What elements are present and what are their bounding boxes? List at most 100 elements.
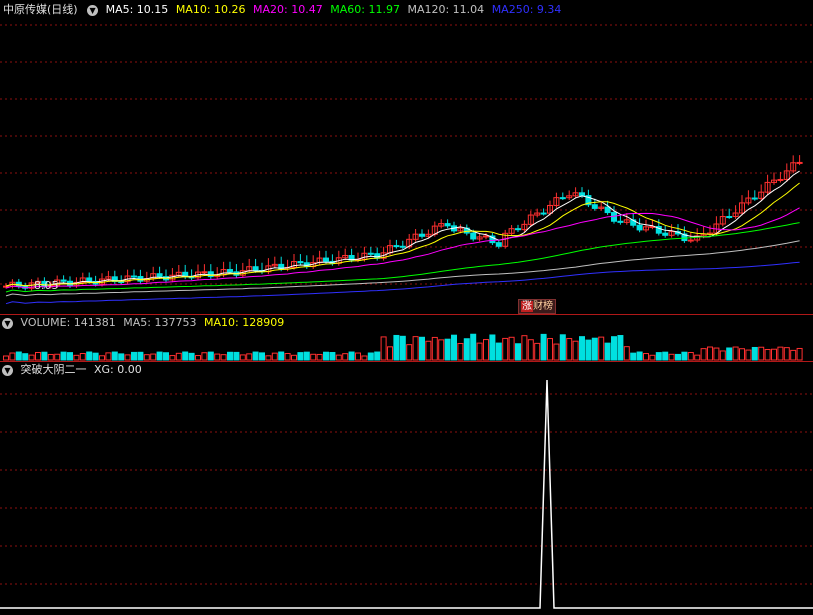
volume-panel[interactable]: ▼ VOLUME: 141381 MA5: 137753 MA10: 12890…	[0, 315, 813, 361]
candle-body	[399, 245, 406, 248]
candle-body	[777, 178, 784, 181]
volume-bar	[790, 349, 797, 361]
volume-bar	[92, 352, 99, 361]
candle-body	[252, 266, 259, 272]
volume-bar	[387, 346, 393, 361]
volume-bar	[329, 352, 336, 361]
volume-bar	[585, 339, 592, 361]
badge-label-2: 财榜	[533, 301, 553, 312]
volume-bar	[783, 347, 790, 361]
volume-bar	[380, 336, 387, 361]
volume-bar	[604, 342, 611, 361]
volume-bar	[201, 352, 208, 361]
volume-bar	[214, 353, 221, 361]
volume-bar	[713, 347, 720, 361]
volume-bar	[687, 352, 694, 361]
volume-bar	[137, 351, 144, 361]
ma250-label: MA250: 9.34	[491, 3, 562, 16]
candle-body	[662, 232, 669, 236]
volume-bar	[489, 334, 496, 361]
indicator-panel[interactable]: ▼ 突破大阴二一 XG: 0.00	[0, 362, 813, 615]
volume-bar	[649, 354, 656, 361]
volume-bar	[265, 355, 272, 361]
candle-body	[86, 277, 93, 282]
volume-bar	[572, 340, 579, 361]
chevron-down-icon[interactable]: ▼	[2, 364, 13, 376]
candle-body	[751, 197, 758, 200]
volume-bar	[310, 353, 317, 361]
volume-bar	[73, 354, 80, 361]
volume-bar	[726, 347, 733, 361]
volume-bar	[694, 354, 701, 361]
indicator-chart[interactable]	[0, 362, 813, 615]
volume-bar	[188, 352, 195, 361]
volume-bar	[668, 353, 675, 361]
news-badge[interactable]: 涨财榜	[518, 299, 556, 314]
candle-body	[470, 232, 477, 240]
ma250-line	[5, 261, 800, 305]
volume-bar	[291, 354, 297, 361]
volume-bar	[361, 355, 368, 361]
volume-bar	[86, 351, 93, 361]
volume-bar	[393, 334, 400, 361]
volume-bar	[745, 349, 752, 361]
volume-bar	[284, 353, 291, 361]
volume-bar	[303, 351, 310, 361]
chevron-down-icon[interactable]: ▼	[2, 317, 13, 329]
volume-bar	[611, 336, 617, 361]
volume-bar	[751, 346, 758, 361]
ma5-label: MA5: 10.15	[105, 3, 169, 16]
candlestick-chart[interactable]	[0, 0, 813, 314]
volume-bar	[438, 339, 445, 361]
volume-bar	[374, 351, 381, 361]
badge-label: 涨	[521, 301, 533, 312]
volume-bar	[156, 351, 163, 361]
volume-bar	[163, 352, 169, 361]
volume-bar	[719, 350, 726, 361]
volume-bar	[508, 336, 515, 361]
volume-bar	[764, 349, 771, 361]
candle-body	[617, 220, 624, 223]
price-panel[interactable]: 中原传媒(日线) ▼ MA5: 10.15 MA10: 10.26 MA20: …	[0, 0, 813, 314]
candle-body	[118, 281, 125, 284]
candle-body	[227, 269, 233, 273]
volume-bar	[630, 352, 637, 361]
ma10-label: MA10: 10.26	[175, 3, 246, 16]
volume-ma5: MA5: 137753	[123, 316, 197, 329]
volume-bar	[771, 348, 777, 361]
volume-bar	[79, 353, 86, 361]
volume-bar	[271, 352, 278, 361]
volume-bar	[732, 346, 739, 361]
volume-bar	[342, 353, 349, 361]
volume-bar	[406, 344, 413, 361]
candle-body	[636, 224, 643, 231]
ma60-label: MA60: 11.97	[330, 3, 400, 16]
volume-bar	[431, 336, 438, 361]
volume-bar	[483, 339, 489, 361]
volume-bar	[259, 352, 265, 361]
ma120-line	[5, 240, 800, 297]
volume-bar	[655, 352, 662, 361]
chevron-down-icon[interactable]: ▼	[87, 4, 99, 16]
ma5-line	[5, 170, 800, 287]
volume-bar	[233, 351, 240, 361]
ma10-line	[5, 182, 800, 287]
candle-body	[393, 245, 400, 248]
volume-bar	[220, 354, 227, 361]
volume-bar	[553, 343, 560, 361]
volume-bar	[35, 351, 41, 361]
volume-bar	[451, 334, 457, 361]
volume-bar	[367, 352, 374, 361]
volume-bar	[547, 338, 553, 361]
volume-bar	[579, 336, 585, 361]
ma20-label: MA20: 10.47	[253, 3, 323, 16]
volume-bar	[118, 353, 125, 361]
volume-bar	[207, 351, 214, 361]
candle-body	[611, 212, 617, 222]
volume-bar	[67, 352, 73, 361]
candle-body	[559, 197, 566, 200]
volume-bar	[412, 336, 419, 361]
volume-bar	[470, 333, 477, 361]
volume-bar	[111, 351, 118, 361]
volume-bar	[700, 348, 707, 361]
